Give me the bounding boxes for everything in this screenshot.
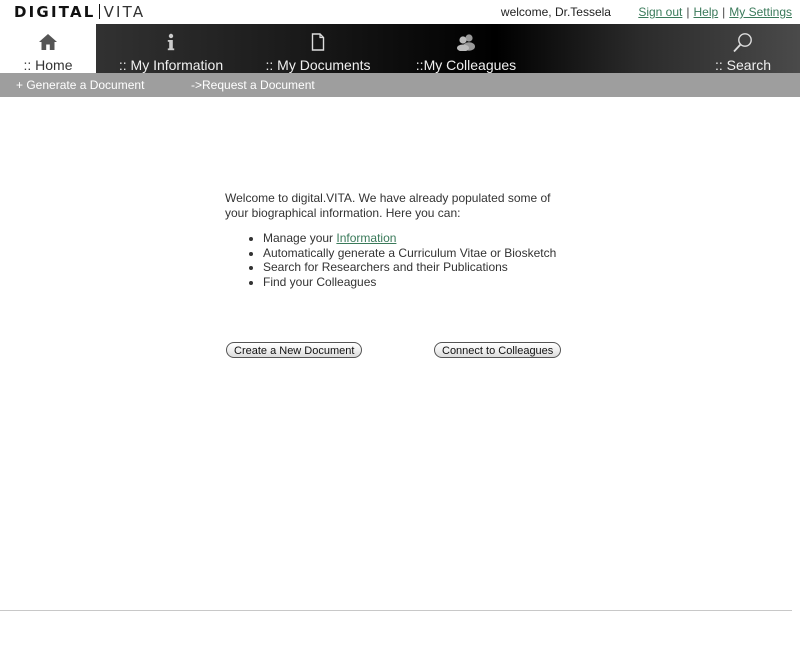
list-item: Automatically generate a Curriculum Vita…	[263, 246, 565, 261]
intro-text: Welcome to digital.VITA. We have already…	[225, 191, 551, 220]
logo-divider	[98, 4, 100, 19]
tab-my-colleagues[interactable]: ::My Colleagues	[406, 24, 526, 73]
list-item: Manage your Information	[263, 231, 565, 246]
tab-my-information-label: :: My Information	[118, 57, 224, 73]
top-header: DIGITAL VITA welcome, Dr.Tessela Sign out…	[0, 0, 800, 24]
help-link[interactable]: Help	[693, 5, 718, 19]
separator: |	[722, 5, 726, 19]
generate-document-link[interactable]: + Generate a Document	[16, 78, 144, 92]
tab-home-label: :: Home	[23, 57, 73, 73]
logo-digital: DIGITAL	[14, 3, 96, 21]
logo-vita: VITA	[103, 3, 146, 21]
footer-divider	[0, 610, 792, 611]
tab-search[interactable]: :: Search	[696, 24, 790, 73]
tab-my-information[interactable]: :: My Information	[102, 24, 240, 73]
create-document-button[interactable]: Create a New Document	[226, 342, 363, 358]
info-icon	[102, 33, 240, 51]
information-link[interactable]: Information	[336, 231, 396, 245]
tab-my-documents-label: :: My Documents	[265, 57, 371, 73]
settings-link[interactable]: My Settings	[729, 5, 792, 19]
user-bar: welcome, Dr.Tessela Sign out | Help | My Set…	[501, 5, 792, 19]
connect-colleagues-button[interactable]: Connect to Colleagues	[434, 342, 562, 358]
welcome-text: welcome, Dr.Tessela	[500, 5, 611, 19]
tab-my-colleagues-label: ::My Colleagues	[415, 57, 517, 73]
app-logo: DIGITAL VITA	[14, 3, 145, 21]
tab-my-documents[interactable]: :: My Documents	[252, 24, 384, 73]
main-nav: :: Home :: My Information :: My Document…	[0, 24, 800, 73]
request-document-link[interactable]: ->Request a Document	[191, 78, 315, 92]
feature-list: Manage your Information Automatically ge…	[225, 231, 565, 289]
tab-home[interactable]: :: Home	[0, 24, 96, 73]
colleagues-icon	[406, 33, 526, 51]
welcome-panel: Welcome to digital.VITA. We have already…	[225, 191, 565, 289]
search-icon	[696, 33, 790, 53]
home-icon	[0, 33, 96, 51]
list-item: Find your Colleagues	[263, 275, 565, 290]
signout-link[interactable]: Sign out	[638, 5, 682, 19]
list-item: Search for Researchers and their Publica…	[263, 260, 565, 275]
manage-prefix: Manage your	[263, 231, 337, 245]
tab-search-label: :: Search	[714, 57, 772, 73]
document-icon	[252, 33, 384, 51]
sub-nav: + Generate a Document ->Request a Docume…	[0, 73, 800, 97]
separator: |	[686, 5, 690, 19]
